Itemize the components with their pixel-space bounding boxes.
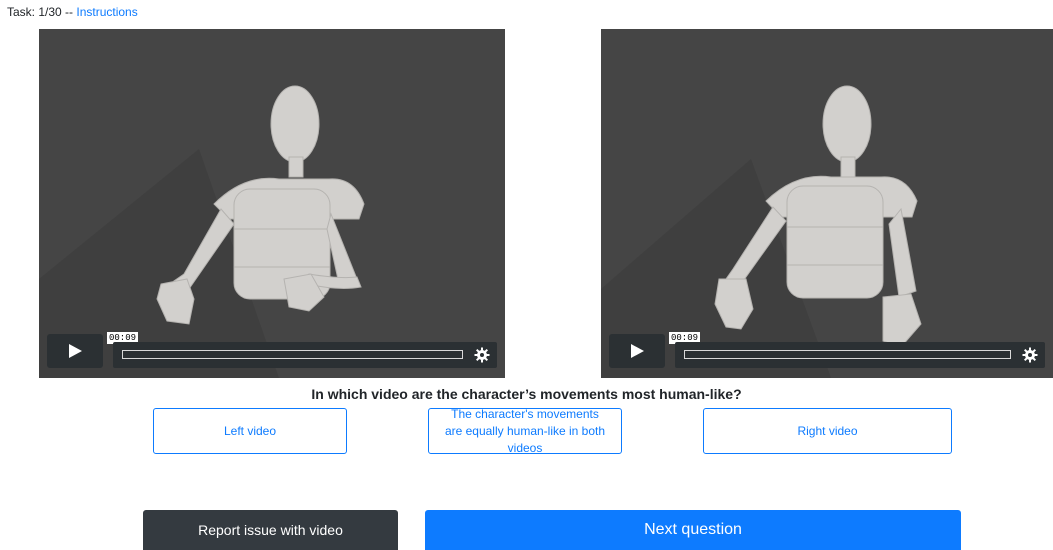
gear-icon[interactable]: [1022, 347, 1038, 363]
play-button[interactable]: [609, 334, 665, 368]
gear-icon[interactable]: [474, 347, 490, 363]
task-counter: Task: 1/30 --: [7, 5, 77, 19]
next-question-button[interactable]: Next question: [425, 510, 961, 550]
left-video-choice-button[interactable]: Left video: [153, 408, 347, 454]
left-video-frame: [39, 29, 505, 378]
right-video-choice-button[interactable]: Right video: [703, 408, 952, 454]
right-video-frame: [601, 29, 1053, 378]
video-progress-bar[interactable]: [684, 350, 1011, 359]
play-icon: [631, 344, 644, 358]
left-video-player[interactable]: 00:09: [39, 29, 505, 378]
play-button[interactable]: [47, 334, 103, 368]
task-progress: Task: 1/30 -- Instructions: [7, 5, 138, 19]
question-text: In which video are the character’s movem…: [311, 386, 742, 402]
video-control-bar: [675, 342, 1045, 368]
right-video-player[interactable]: 00:09: [601, 29, 1053, 378]
equal-choice-button[interactable]: The character's movements are equally hu…: [428, 407, 622, 455]
video-control-bar: [113, 342, 497, 368]
instructions-link[interactable]: Instructions: [76, 5, 137, 19]
video-progress-bar[interactable]: [122, 350, 463, 359]
report-issue-button[interactable]: Report issue with video: [143, 510, 398, 550]
play-icon: [69, 344, 82, 358]
